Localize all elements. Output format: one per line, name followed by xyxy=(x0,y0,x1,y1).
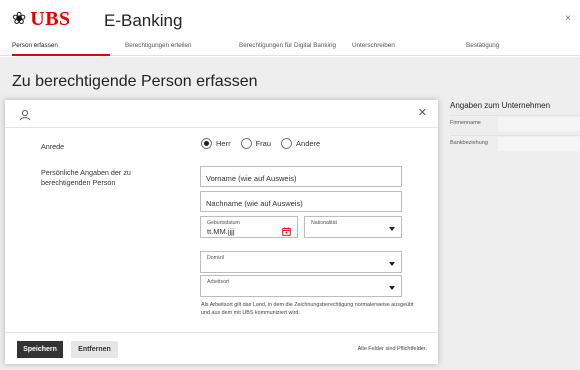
domicile-label: Domizil xyxy=(207,255,225,261)
ubs-logo[interactable]: ❀ UBS xyxy=(12,8,71,30)
progress-steps: Person erfassen Berechtigungen erteilen … xyxy=(0,38,580,56)
company-row-value xyxy=(498,117,580,131)
close-modal-button[interactable]: ✕ xyxy=(418,106,427,119)
last-name-field[interactable]: Nachname (wie auf Ausweis) xyxy=(200,191,402,212)
company-row-firmenname: Firmenname xyxy=(450,115,580,131)
first-name-field[interactable]: Vorname (wie auf Ausweis) xyxy=(200,166,402,187)
company-row-label: Bankbeziehung xyxy=(450,140,488,146)
page-title: Zu berechtigende Person erfassen xyxy=(12,73,258,90)
calendar-icon[interactable] xyxy=(282,223,291,241)
birthdate-placeholder: tt.MM.jjjj xyxy=(207,227,235,236)
radio-andere[interactable]: Andere xyxy=(281,138,320,149)
step-berechtigungen-digital-banking[interactable]: Berechtigungen für Digital Banking xyxy=(239,42,336,49)
radio-herr-circle[interactable] xyxy=(201,138,212,149)
radio-herr-label[interactable]: Herr xyxy=(216,139,231,148)
remove-button[interactable]: Entfernen xyxy=(71,341,118,358)
salutation-label: Anrede xyxy=(41,142,65,151)
chevron-down-icon xyxy=(389,227,395,231)
step-unterschreiben[interactable]: Unterschreiben xyxy=(352,42,395,49)
workplace-select[interactable]: Arbeitsort xyxy=(200,275,402,297)
nationality-label: Nationalität xyxy=(311,220,337,226)
radio-andere-circle[interactable] xyxy=(281,138,293,149)
save-button[interactable]: Speichern xyxy=(17,341,63,358)
salutation-radio-group: Herr Frau Andere xyxy=(201,138,330,149)
personal-data-label: Persönliche Angaben der zu berechtigende… xyxy=(41,168,131,187)
first-name-placeholder: Vorname (wie auf Ausweis) xyxy=(206,174,297,183)
domicile-select[interactable]: Domizil xyxy=(200,251,402,273)
radio-herr[interactable]: Herr xyxy=(201,138,231,149)
step-person-erfassen[interactable]: Person erfassen xyxy=(12,42,58,49)
workplace-hint: Als Arbeitsort gilt das Land, in dem die… xyxy=(201,302,414,316)
user-icon xyxy=(19,108,31,126)
radio-andere-label[interactable]: Andere xyxy=(296,139,320,148)
birthdate-label: Geburtsdatum xyxy=(207,220,240,226)
radio-frau-label[interactable]: Frau xyxy=(256,139,271,148)
radio-frau[interactable]: Frau xyxy=(240,138,271,149)
company-row-label: Firmenname xyxy=(450,120,481,126)
last-name-placeholder: Nachname (wie auf Ausweis) xyxy=(206,199,303,208)
workplace-label: Arbeitsort xyxy=(207,279,230,285)
chevron-down-icon xyxy=(389,262,395,266)
modal-footer: Speichern Entfernen Alle Felder sind Pfl… xyxy=(5,332,438,364)
ubs-logo-text: UBS xyxy=(30,8,71,30)
app-title: E-Banking xyxy=(104,11,183,30)
active-step-indicator xyxy=(12,54,110,56)
radio-frau-circle[interactable] xyxy=(240,138,252,149)
required-fields-note: Alle Felder sind Pflichtfelder. xyxy=(357,346,427,352)
step-bestaetigung[interactable]: Bestätigung xyxy=(466,42,499,49)
chevron-down-icon xyxy=(389,286,395,290)
app-header: ❀ UBS E-Banking × xyxy=(0,0,580,40)
company-row-bankbeziehung: Bankbeziehung xyxy=(450,135,580,151)
modal-header: ✕ xyxy=(5,100,438,128)
nationality-select[interactable]: Nationalität xyxy=(304,216,402,238)
step-berechtigungen-erteilen[interactable]: Berechtigungen erteilen xyxy=(125,42,192,49)
ubs-keys-icon: ❀ xyxy=(12,9,27,28)
close-app-button[interactable]: × xyxy=(565,13,571,24)
company-panel-title: Angaben zum Unternehmen xyxy=(450,101,551,110)
person-modal: ✕ Anrede Herr Frau Andere Persönliche An… xyxy=(5,100,438,364)
birthdate-field[interactable]: Geburtsdatum tt.MM.jjjj xyxy=(200,216,298,238)
company-row-value xyxy=(498,137,580,151)
